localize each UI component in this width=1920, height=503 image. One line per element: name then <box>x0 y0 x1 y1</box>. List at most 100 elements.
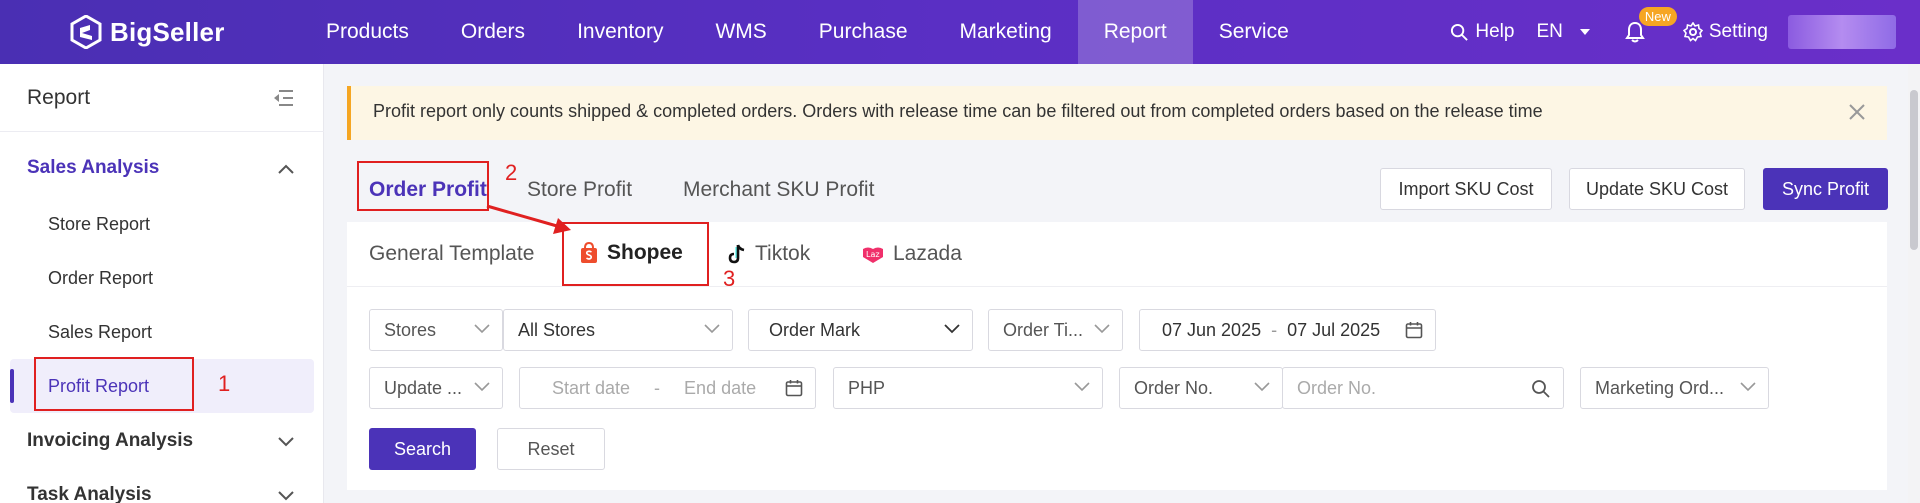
help-link[interactable]: Help <box>1450 21 1514 43</box>
nav-wms[interactable]: WMS <box>689 0 792 64</box>
sidebar-item-store-report[interactable]: Store Report <box>48 214 150 235</box>
search-button[interactable]: Search <box>369 428 476 470</box>
chevron-up-icon[interactable] <box>278 164 294 174</box>
close-icon[interactable] <box>1847 102 1867 122</box>
nav-report[interactable]: Report <box>1077 0 1193 64</box>
date-from[interactable]: 07 Jun 2025 <box>1162 320 1261 341</box>
language-label: EN <box>1536 21 1563 42</box>
subtab-lazada-label: Lazada <box>893 242 962 265</box>
nav-purchase[interactable]: Purchase <box>793 0 934 64</box>
subtab-tiktok[interactable]: Tiktok <box>727 242 810 266</box>
reset-button[interactable]: Reset <box>497 428 605 470</box>
caret-down-icon <box>1579 29 1590 35</box>
subtabs-divider <box>347 286 1887 287</box>
date-to[interactable]: 07 Jul 2025 <box>1287 320 1380 341</box>
gear-icon <box>1682 22 1703 42</box>
new-badge: New <box>1638 7 1677 26</box>
order-no-type-select[interactable]: Order No. <box>1119 367 1283 409</box>
language-select[interactable]: EN <box>1536 21 1590 43</box>
chevron-down-icon[interactable] <box>278 491 294 501</box>
annotation-arrow <box>486 204 571 234</box>
annotation-number-2: 2 <box>505 160 518 185</box>
sidebar-header: Report <box>0 64 324 132</box>
stores-type-select[interactable]: Stores <box>369 309 503 351</box>
order-time-type-select[interactable]: Order Ti... <box>988 309 1123 351</box>
user-avatar[interactable] <box>1788 15 1896 49</box>
order-mark-label: Order Mark <box>769 319 861 340</box>
page-scrollbar-thumb[interactable] <box>1910 90 1918 250</box>
bell-icon <box>1624 21 1645 43</box>
chevron-down-icon <box>474 324 490 334</box>
annotation-number-1: 1 <box>218 371 231 396</box>
date-separator: - <box>1271 319 1278 340</box>
chevron-down-icon <box>1254 382 1270 392</box>
nav-inventory[interactable]: Inventory <box>551 0 689 64</box>
sidebar-group-sales-analysis[interactable]: Sales Analysis <box>27 157 159 179</box>
sidebar-group-invoicing-analysis[interactable]: Invoicing Analysis <box>27 430 193 452</box>
stores-select[interactable]: All Stores <box>503 309 733 351</box>
search-icon[interactable] <box>1531 379 1551 399</box>
bigseller-logo-icon <box>70 15 102 49</box>
header-tools: Help EN New Setting <box>1450 0 1920 64</box>
annotation-box-2 <box>357 161 489 211</box>
order-time-label: Order Ti... <box>1003 319 1084 340</box>
marketing-order-label: Marketing Ord... <box>1595 377 1725 398</box>
stores-value: All Stores <box>518 319 596 340</box>
notice-text: Profit report only counts shipped & comp… <box>373 101 1543 121</box>
brand-logo[interactable]: BigSeller <box>70 14 225 50</box>
nav-marketing[interactable]: Marketing <box>934 0 1078 64</box>
nav-service[interactable]: Service <box>1193 0 1315 64</box>
chevron-down-icon[interactable] <box>278 437 294 447</box>
notice-banner: Profit report only counts shipped & comp… <box>347 86 1887 140</box>
calendar-icon <box>1405 322 1423 339</box>
calendar-icon <box>785 380 803 397</box>
nav-products[interactable]: Products <box>300 0 435 64</box>
chevron-down-icon <box>944 324 960 334</box>
brand-name: BigSeller <box>110 16 225 47</box>
sync-profit-button[interactable]: Sync Profit <box>1763 168 1888 210</box>
top-nav-bar: BigSeller Products Orders Inventory WMS … <box>0 0 1920 64</box>
subtab-general-template[interactable]: General Template <box>369 242 534 266</box>
start-date-input[interactable]: Start date <box>552 378 630 399</box>
annotation-number-3: 3 <box>723 266 736 291</box>
search-icon <box>1451 23 1469 41</box>
sidebar: Report Sales Analysis Store Report Order… <box>0 64 324 503</box>
chevron-down-icon <box>1094 324 1110 334</box>
currency-value: PHP <box>848 377 886 398</box>
nav-orders[interactable]: Orders <box>435 0 551 64</box>
subtab-general-template-label: General Template <box>369 242 535 265</box>
chevron-down-icon <box>704 324 720 334</box>
setting-button[interactable]: Setting <box>1682 21 1768 43</box>
chevron-down-icon <box>1740 382 1756 392</box>
tab-merchant-sku-profit[interactable]: Merchant SKU Profit <box>683 178 874 202</box>
tiktok-icon <box>728 244 745 264</box>
tab-store-profit[interactable]: Store Profit <box>527 178 632 202</box>
currency-select[interactable]: PHP <box>833 367 1103 409</box>
order-no-input[interactable]: Order No. <box>1282 367 1564 409</box>
help-label: Help <box>1475 21 1515 42</box>
end-date-input[interactable]: End date <box>684 378 756 399</box>
annotation-box-1 <box>34 357 194 411</box>
collapse-menu-icon[interactable] <box>272 88 294 108</box>
subtab-tiktok-label: Tiktok <box>755 242 811 265</box>
sidebar-item-order-report[interactable]: Order Report <box>48 268 153 289</box>
update-type-label: Update ... <box>384 377 463 398</box>
sidebar-item-sales-report[interactable]: Sales Report <box>48 322 152 343</box>
main-nav: Products Orders Inventory WMS Purchase M… <box>300 0 1315 64</box>
order-no-placeholder: Order No. <box>1297 377 1377 398</box>
annotation-box-3 <box>562 222 709 286</box>
order-mark-select[interactable]: Order Mark <box>748 309 973 351</box>
update-date-range[interactable]: Start date - End date <box>519 367 816 409</box>
chevron-down-icon <box>1074 382 1090 392</box>
order-date-range[interactable]: 07 Jun 2025 - 07 Jul 2025 <box>1139 309 1436 351</box>
sidebar-group-task-analysis[interactable]: Task Analysis <box>27 484 152 503</box>
notification-button[interactable]: New <box>1624 7 1677 43</box>
update-sku-cost-button[interactable]: Update SKU Cost <box>1569 168 1745 210</box>
marketing-order-select[interactable]: Marketing Ord... <box>1580 367 1769 409</box>
import-sku-cost-button[interactable]: Import SKU Cost <box>1380 168 1552 210</box>
order-no-type-label: Order No. <box>1134 377 1214 398</box>
update-type-select[interactable]: Update ... <box>369 367 503 409</box>
lazada-icon: Laz <box>863 247 883 263</box>
subtab-lazada[interactable]: Laz Lazada <box>861 242 962 266</box>
sidebar-title: Report <box>27 86 91 109</box>
